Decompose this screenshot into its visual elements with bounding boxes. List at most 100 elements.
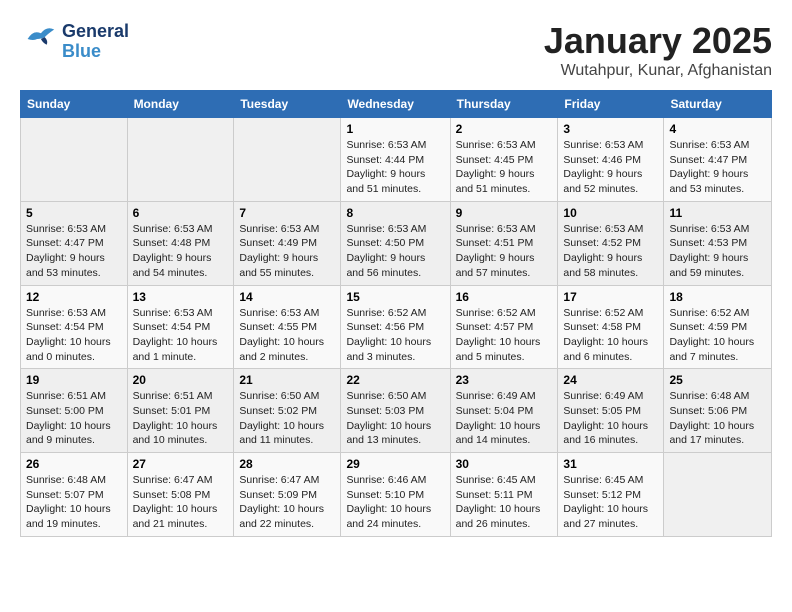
day-detail: Sunrise: 6:52 AM Sunset: 4:57 PM Dayligh… bbox=[456, 306, 553, 365]
calendar-cell: 23Sunrise: 6:49 AM Sunset: 5:04 PM Dayli… bbox=[450, 369, 558, 453]
day-number: 7 bbox=[239, 206, 335, 220]
calendar-cell: 24Sunrise: 6:49 AM Sunset: 5:05 PM Dayli… bbox=[558, 369, 664, 453]
week-row-5: 26 Sunrise: 6:48 AM Sunset: 5:07 PM Dayli… bbox=[21, 453, 772, 537]
week-row-1: 1 Sunrise: 6:53 AM Sunset: 4:44 PM Daylig… bbox=[21, 118, 772, 202]
day-detail: Sunrise: 6:52 AM Sunset: 4:58 PM Dayligh… bbox=[563, 306, 658, 365]
calendar-cell: 10 Sunrise: 6:53 AM Sunset: 4:52 PM Dayli… bbox=[558, 201, 664, 285]
calendar-cell: 25 Sunrise: 6:48 AM Sunset: 5:06 PM Dayli… bbox=[664, 369, 772, 453]
day-detail: Sunrise: 6:53 AM Sunset: 4:54 PM Dayligh… bbox=[26, 306, 122, 365]
calendar-cell bbox=[664, 453, 772, 537]
day-number: 14 bbox=[239, 290, 335, 304]
calendar-cell: 1 Sunrise: 6:53 AM Sunset: 4:44 PM Daylig… bbox=[341, 118, 450, 202]
calendar-cell: 15Sunrise: 6:52 AM Sunset: 4:56 PM Dayli… bbox=[341, 285, 450, 369]
calendar-cell: 8 Sunrise: 6:53 AM Sunset: 4:50 PM Daylig… bbox=[341, 201, 450, 285]
day-detail: Sunrise: 6:45 AM Sunset: 5:12 PM Dayligh… bbox=[563, 473, 658, 532]
day-number: 12 bbox=[26, 290, 122, 304]
calendar-table: SundayMondayTuesdayWednesdayThursdayFrid… bbox=[20, 90, 772, 537]
calendar-cell: 21Sunrise: 6:50 AM Sunset: 5:02 PM Dayli… bbox=[234, 369, 341, 453]
day-detail: Sunrise: 6:49 AM Sunset: 5:05 PM Dayligh… bbox=[563, 389, 658, 448]
days-header-row: SundayMondayTuesdayWednesdayThursdayFrid… bbox=[21, 91, 772, 118]
calendar-cell: 26 Sunrise: 6:48 AM Sunset: 5:07 PM Dayli… bbox=[21, 453, 128, 537]
day-detail: Sunrise: 6:53 AM Sunset: 4:47 PM Dayligh… bbox=[669, 138, 766, 197]
page-header: General Blue January 2025 Wutahpur, Kuna… bbox=[20, 20, 772, 80]
header-saturday: Saturday bbox=[664, 91, 772, 118]
header-wednesday: Wednesday bbox=[341, 91, 450, 118]
calendar-cell: 20Sunrise: 6:51 AM Sunset: 5:01 PM Dayli… bbox=[127, 369, 234, 453]
calendar-cell: 9 Sunrise: 6:53 AM Sunset: 4:51 PM Daylig… bbox=[450, 201, 558, 285]
day-detail: Sunrise: 6:53 AM Sunset: 4:46 PM Dayligh… bbox=[563, 138, 658, 197]
day-detail: Sunrise: 6:50 AM Sunset: 5:03 PM Dayligh… bbox=[346, 389, 444, 448]
day-detail: Sunrise: 6:53 AM Sunset: 4:54 PM Dayligh… bbox=[133, 306, 229, 365]
calendar-cell: 5 Sunrise: 6:53 AM Sunset: 4:47 PM Daylig… bbox=[21, 201, 128, 285]
day-detail: Sunrise: 6:47 AM Sunset: 5:08 PM Dayligh… bbox=[133, 473, 229, 532]
day-detail: Sunrise: 6:53 AM Sunset: 4:51 PM Dayligh… bbox=[456, 222, 553, 281]
day-number: 8 bbox=[346, 206, 444, 220]
header-tuesday: Tuesday bbox=[234, 91, 341, 118]
day-number: 1 bbox=[346, 122, 444, 136]
header-sunday: Sunday bbox=[21, 91, 128, 118]
day-detail: Sunrise: 6:51 AM Sunset: 5:01 PM Dayligh… bbox=[133, 389, 229, 448]
day-number: 26 bbox=[26, 457, 122, 471]
calendar-cell: 2 Sunrise: 6:53 AM Sunset: 4:45 PM Daylig… bbox=[450, 118, 558, 202]
calendar-cell: 27 Sunrise: 6:47 AM Sunset: 5:08 PM Dayli… bbox=[127, 453, 234, 537]
day-detail: Sunrise: 6:53 AM Sunset: 4:47 PM Dayligh… bbox=[26, 222, 122, 281]
day-detail: Sunrise: 6:48 AM Sunset: 5:07 PM Dayligh… bbox=[26, 473, 122, 532]
day-number: 22 bbox=[346, 373, 444, 387]
day-number: 4 bbox=[669, 122, 766, 136]
header-friday: Friday bbox=[558, 91, 664, 118]
day-detail: Sunrise: 6:49 AM Sunset: 5:04 PM Dayligh… bbox=[456, 389, 553, 448]
day-number: 18 bbox=[669, 290, 766, 304]
calendar-cell: 22 Sunrise: 6:50 AM Sunset: 5:03 PM Dayli… bbox=[341, 369, 450, 453]
day-number: 31 bbox=[563, 457, 658, 471]
calendar-subtitle: Wutahpur, Kunar, Afghanistan bbox=[544, 62, 772, 80]
calendar-cell: 29 Sunrise: 6:46 AM Sunset: 5:10 PM Dayli… bbox=[341, 453, 450, 537]
day-number: 25 bbox=[669, 373, 766, 387]
day-number: 5 bbox=[26, 206, 122, 220]
day-number: 11 bbox=[669, 206, 766, 220]
day-detail: Sunrise: 6:53 AM Sunset: 4:44 PM Dayligh… bbox=[346, 138, 444, 197]
day-detail: Sunrise: 6:46 AM Sunset: 5:10 PM Dayligh… bbox=[346, 473, 444, 532]
calendar-cell: 13 Sunrise: 6:53 AM Sunset: 4:54 PM Dayli… bbox=[127, 285, 234, 369]
calendar-cell: 17 Sunrise: 6:52 AM Sunset: 4:58 PM Dayli… bbox=[558, 285, 664, 369]
day-detail: Sunrise: 6:45 AM Sunset: 5:11 PM Dayligh… bbox=[456, 473, 553, 532]
day-number: 9 bbox=[456, 206, 553, 220]
calendar-cell: 16Sunrise: 6:52 AM Sunset: 4:57 PM Dayli… bbox=[450, 285, 558, 369]
day-number: 28 bbox=[239, 457, 335, 471]
week-row-4: 19Sunrise: 6:51 AM Sunset: 5:00 PM Dayli… bbox=[21, 369, 772, 453]
calendar-cell: 14 Sunrise: 6:53 AM Sunset: 4:55 PM Dayli… bbox=[234, 285, 341, 369]
day-number: 17 bbox=[563, 290, 658, 304]
calendar-cell: 11 Sunrise: 6:53 AM Sunset: 4:53 PM Dayli… bbox=[664, 201, 772, 285]
day-detail: Sunrise: 6:53 AM Sunset: 4:50 PM Dayligh… bbox=[346, 222, 444, 281]
day-number: 10 bbox=[563, 206, 658, 220]
day-detail: Sunrise: 6:48 AM Sunset: 5:06 PM Dayligh… bbox=[669, 389, 766, 448]
day-number: 30 bbox=[456, 457, 553, 471]
day-detail: Sunrise: 6:53 AM Sunset: 4:55 PM Dayligh… bbox=[239, 306, 335, 365]
day-detail: Sunrise: 6:53 AM Sunset: 4:52 PM Dayligh… bbox=[563, 222, 658, 281]
calendar-cell: 31 Sunrise: 6:45 AM Sunset: 5:12 PM Dayli… bbox=[558, 453, 664, 537]
day-number: 2 bbox=[456, 122, 553, 136]
day-detail: Sunrise: 6:53 AM Sunset: 4:45 PM Dayligh… bbox=[456, 138, 553, 197]
day-detail: Sunrise: 6:47 AM Sunset: 5:09 PM Dayligh… bbox=[239, 473, 335, 532]
calendar-title-block: January 2025 Wutahpur, Kunar, Afghanista… bbox=[544, 20, 772, 80]
logo-icon bbox=[20, 20, 58, 63]
day-detail: Sunrise: 6:53 AM Sunset: 4:53 PM Dayligh… bbox=[669, 222, 766, 281]
calendar-cell: 7Sunrise: 6:53 AM Sunset: 4:49 PM Daylig… bbox=[234, 201, 341, 285]
calendar-cell: 4 Sunrise: 6:53 AM Sunset: 4:47 PM Daylig… bbox=[664, 118, 772, 202]
calendar-cell: 19Sunrise: 6:51 AM Sunset: 5:00 PM Dayli… bbox=[21, 369, 128, 453]
day-number: 29 bbox=[346, 457, 444, 471]
day-number: 3 bbox=[563, 122, 658, 136]
week-row-3: 12 Sunrise: 6:53 AM Sunset: 4:54 PM Dayli… bbox=[21, 285, 772, 369]
calendar-title: January 2025 bbox=[544, 20, 772, 62]
calendar-cell bbox=[21, 118, 128, 202]
logo-text: General Blue bbox=[62, 22, 129, 62]
day-detail: Sunrise: 6:51 AM Sunset: 5:00 PM Dayligh… bbox=[26, 389, 122, 448]
day-detail: Sunrise: 6:50 AM Sunset: 5:02 PM Dayligh… bbox=[239, 389, 335, 448]
day-detail: Sunrise: 6:53 AM Sunset: 4:48 PM Dayligh… bbox=[133, 222, 229, 281]
logo: General Blue bbox=[20, 20, 129, 63]
calendar-cell bbox=[127, 118, 234, 202]
calendar-cell bbox=[234, 118, 341, 202]
day-number: 13 bbox=[133, 290, 229, 304]
day-number: 27 bbox=[133, 457, 229, 471]
header-monday: Monday bbox=[127, 91, 234, 118]
calendar-cell: 28 Sunrise: 6:47 AM Sunset: 5:09 PM Dayli… bbox=[234, 453, 341, 537]
